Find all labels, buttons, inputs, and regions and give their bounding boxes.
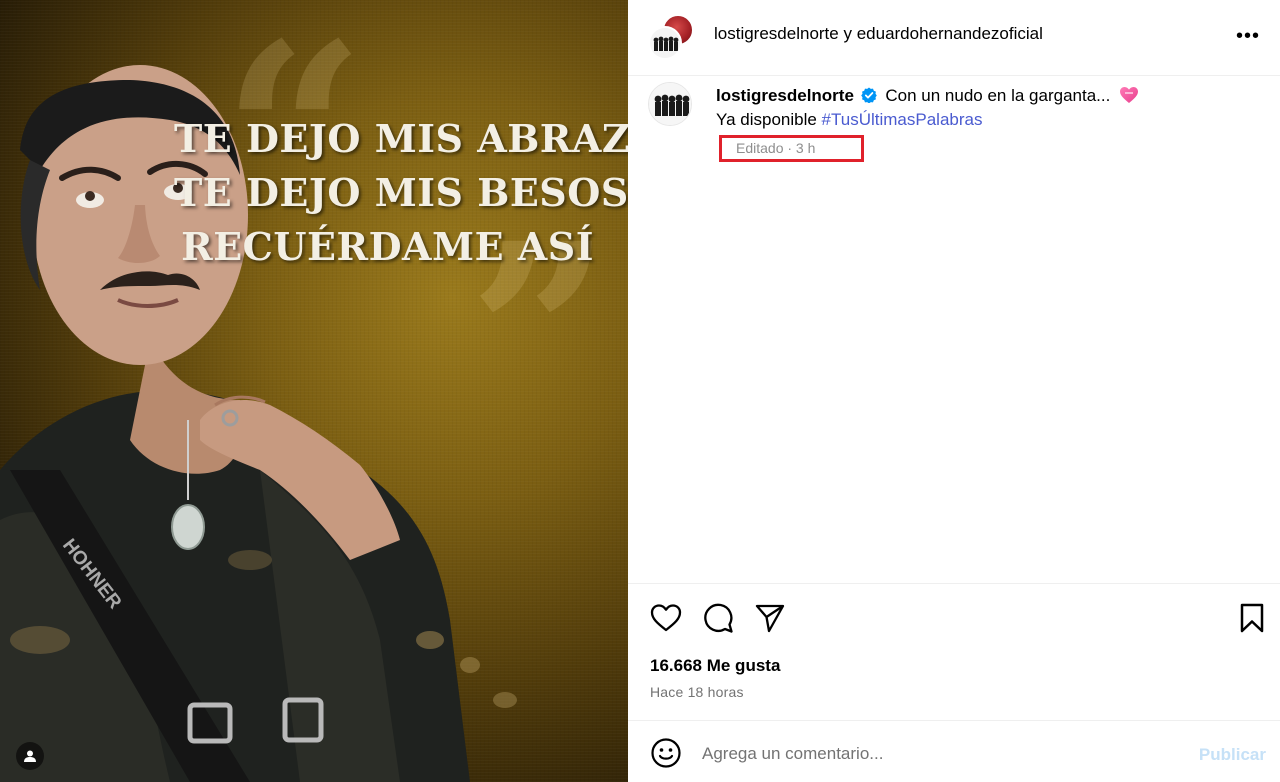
bookmark-icon — [1240, 603, 1264, 633]
paper-plane-icon — [755, 604, 785, 633]
more-options-button[interactable]: ••• — [1236, 25, 1260, 48]
author-primary-link[interactable]: lostigresdelnorte — [714, 24, 839, 43]
author-secondary-link[interactable]: eduardohernandezoficial — [857, 24, 1043, 43]
verified-badge-icon — [860, 87, 877, 103]
quote-line-3: RECUÉRDAME ASÍ — [181, 224, 594, 269]
quote-line-1: TE DEJO MIS ABRAZOS — [174, 116, 628, 161]
comment-input[interactable] — [702, 739, 1182, 769]
save-button[interactable] — [1234, 600, 1270, 636]
image-quote-text: TE DEJO MIS ABRAZOS TE DEJO MIS BESOS RE… — [174, 112, 628, 274]
caption-username[interactable]: lostigresdelnorte — [716, 86, 854, 105]
authors-conjunction: y — [838, 24, 857, 43]
smiley-icon — [651, 738, 681, 768]
comment-bubble-icon — [704, 603, 733, 633]
comment-bar: Publicar — [628, 721, 1280, 782]
share-button[interactable] — [752, 600, 788, 636]
avatar-primary — [648, 26, 682, 60]
like-button[interactable] — [648, 600, 684, 636]
emoji-picker-button[interactable] — [650, 737, 682, 769]
post-side-panel: lostigresdelnorte y eduardohernandezofic… — [628, 0, 1280, 782]
post-time-ago[interactable]: Hace 18 horas — [650, 684, 744, 700]
more-horizontal-icon: ••• — [1235, 25, 1260, 47]
caption-line2-text: Ya disponible — [716, 110, 822, 129]
quote-line-2: TE DEJO MIS BESOS — [174, 170, 628, 215]
heart-emoji-icon — [1120, 87, 1139, 103]
post-image[interactable]: “ ” HOHNER TE DEJO MIS ABRA TE DEJO MIS … — [0, 0, 628, 782]
caption-body: lostigresdelnorte Con un nudo en la garg… — [716, 84, 1256, 132]
comment-button[interactable] — [700, 600, 736, 636]
edited-timestamp[interactable]: Editado · 3 h — [736, 140, 815, 156]
likes-count[interactable]: 16.668 Me gusta — [650, 656, 780, 676]
edited-timestamp-highlight: Editado · 3 h — [719, 135, 864, 162]
publish-comment-button[interactable]: Publicar — [1199, 745, 1266, 765]
hashtag-link[interactable]: #TusÚltimasPalabras — [822, 110, 983, 129]
caption-avatar[interactable] — [648, 82, 692, 126]
post-header: lostigresdelnorte y eduardohernandezofic… — [628, 0, 1280, 76]
post-actions — [628, 600, 1280, 636]
heart-icon — [650, 604, 682, 632]
caption-text: Con un nudo en la garganta... — [885, 86, 1111, 105]
post-authors: lostigresdelnorte y eduardohernandezofic… — [714, 24, 1043, 44]
collab-avatars[interactable] — [648, 14, 694, 60]
divider — [628, 583, 1280, 584]
tagged-users-icon[interactable] — [16, 742, 44, 770]
